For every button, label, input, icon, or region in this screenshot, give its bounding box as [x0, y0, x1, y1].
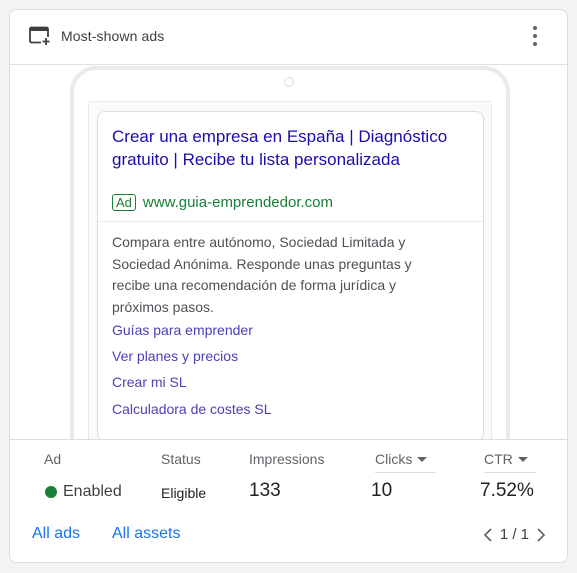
ctr-underline [484, 472, 536, 473]
sitelink[interactable]: Crear mi SL [112, 374, 187, 390]
status-value: Eligible [161, 485, 207, 501]
sitelink[interactable]: Calculadora de costes SL [112, 401, 272, 417]
ad-headline[interactable]: Crear una empresa en España | Diagnóstic… [112, 126, 472, 171]
ad-status-cell: Enabled [45, 483, 122, 501]
ad-url-row: Ad www.guia-emprendedor.com [112, 194, 333, 211]
chevron-right-icon[interactable] [535, 527, 547, 543]
ad-badge: Ad [112, 194, 136, 211]
add-to-card-icon [29, 26, 51, 46]
ad-preview: Crear una empresa en España | Diagnóstic… [10, 65, 567, 439]
clicks-value: 10 [371, 480, 393, 501]
column-header-ad: Ad [44, 451, 62, 467]
column-header-ctr[interactable]: CTR [484, 451, 528, 467]
sort-down-icon [417, 456, 428, 462]
ad-stats-table: Ad Status Impressions Clicks CTR Enabled… [10, 439, 567, 562]
chevron-left-icon[interactable] [482, 527, 494, 543]
ad-status-text: Enabled [63, 483, 122, 500]
column-header-ctr-label: CTR [484, 451, 513, 467]
more-vert-icon[interactable] [525, 23, 545, 49]
ctr-value: 7.52% [480, 480, 534, 501]
card-title: Most-shown ads [61, 28, 165, 44]
sitelink[interactable]: Guías para emprender [112, 322, 253, 338]
card-header: Most-shown ads [10, 10, 567, 65]
divider [98, 221, 483, 222]
page-indicator: 1 / 1 [499, 526, 529, 543]
column-header-clicks-label: Clicks [375, 451, 413, 467]
column-header-impressions: Impressions [249, 451, 325, 467]
most-shown-ads-card: Most-shown ads Crear una empresa en Espa… [9, 9, 568, 563]
clicks-underline [375, 472, 436, 473]
all-ads-link[interactable]: All ads [32, 525, 80, 543]
sort-down-icon [517, 456, 528, 462]
all-assets-link[interactable]: All assets [112, 525, 180, 543]
ad-description: Compara entre autónomo, Sociedad Limitad… [112, 234, 412, 315]
status-dot-icon [45, 486, 57, 498]
impressions-value: 133 [249, 480, 281, 501]
pager: 1 / 1 [482, 526, 547, 543]
sitelink[interactable]: Ver planes y precios [112, 348, 238, 364]
ad-display-url: www.guia-emprendedor.com [142, 194, 333, 211]
column-header-status: Status [161, 451, 201, 467]
ad-card: Crear una empresa en España | Diagnóstic… [97, 111, 484, 439]
phone-camera-icon [284, 77, 294, 87]
column-header-clicks[interactable]: Clicks [375, 451, 428, 467]
